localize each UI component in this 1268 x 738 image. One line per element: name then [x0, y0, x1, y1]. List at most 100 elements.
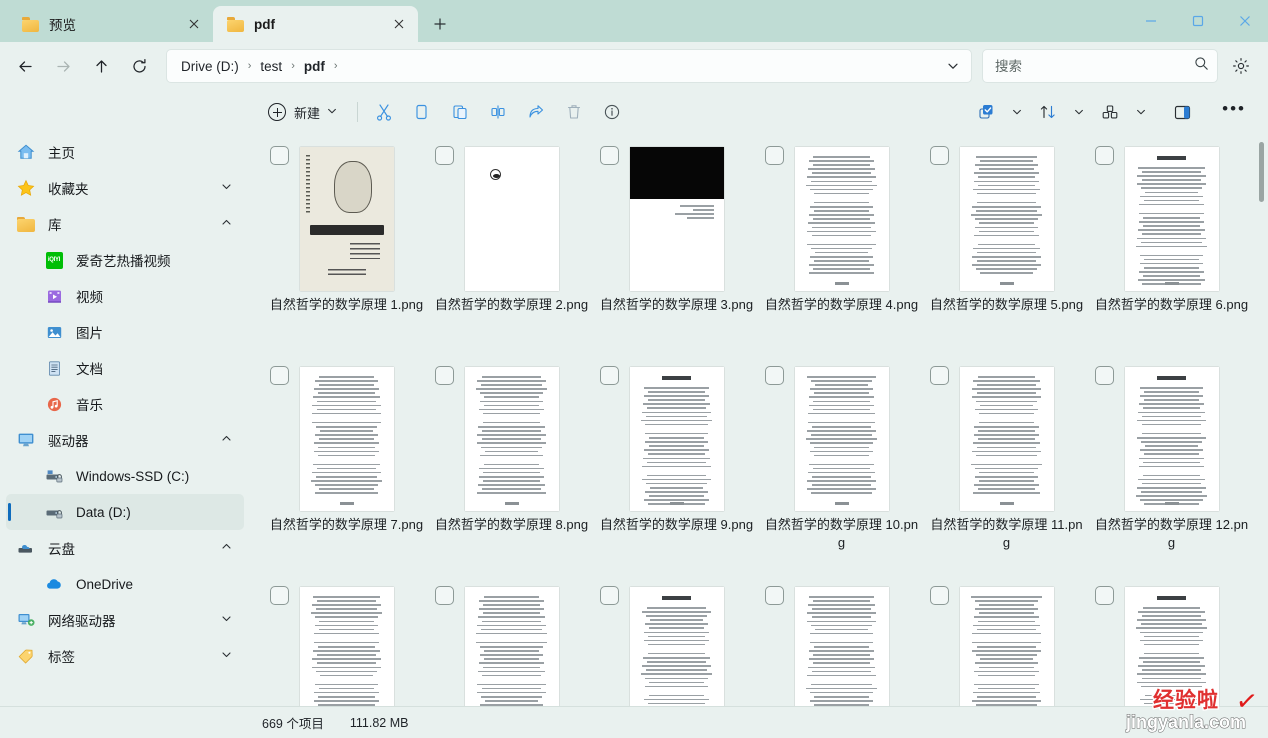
file-select-checkbox[interactable]: [930, 586, 949, 605]
close-button[interactable]: [1221, 0, 1268, 42]
properties-button[interactable]: [594, 96, 630, 128]
details-pane-button[interactable]: [1164, 96, 1200, 128]
paste-button[interactable]: [442, 96, 478, 128]
sidebar-item-cloud-drive[interactable]: 云盘: [6, 530, 244, 566]
file-select-checkbox[interactable]: [1095, 366, 1114, 385]
file-tile[interactable]: [759, 582, 924, 706]
search-box[interactable]: [982, 49, 1218, 83]
file-tile[interactable]: 自然哲学的数学原理 8.png: [429, 362, 594, 570]
maximize-button[interactable]: [1174, 0, 1221, 42]
file-select-checkbox[interactable]: [435, 586, 454, 605]
file-select-checkbox[interactable]: [930, 146, 949, 165]
sort-button[interactable]: [1030, 96, 1066, 128]
up-button[interactable]: [84, 49, 118, 83]
sidebar-item-favorites[interactable]: 收藏夹: [6, 170, 244, 206]
forward-button[interactable]: [46, 49, 80, 83]
file-select-checkbox[interactable]: [600, 366, 619, 385]
sidebar-item-home[interactable]: 主页: [6, 134, 244, 170]
tab-preview[interactable]: 预览: [8, 6, 213, 42]
file-select-checkbox[interactable]: [435, 146, 454, 165]
file-list-view[interactable]: 自然哲学的数学原理 1.png 自然哲学的数学原理 2.png 自然哲学的数学原理 …: [252, 134, 1268, 706]
select-all-caret[interactable]: [1006, 96, 1028, 128]
chevron-down-icon[interactable]: [939, 52, 967, 80]
file-select-checkbox[interactable]: [270, 366, 289, 385]
file-select-checkbox[interactable]: [1095, 146, 1114, 165]
file-tile[interactable]: [924, 582, 1089, 706]
sidebar-item-data-d[interactable]: Data (D:): [6, 494, 244, 530]
file-tile[interactable]: 自然哲学的数学原理 4.png: [759, 142, 924, 350]
breadcrumb-item-drive[interactable]: Drive (D:): [179, 57, 241, 76]
file-tile[interactable]: 自然哲学的数学原理 2.png: [429, 142, 594, 350]
file-tile[interactable]: 自然哲学的数学原理 6.png: [1089, 142, 1254, 350]
file-select-checkbox[interactable]: [600, 586, 619, 605]
chevron-up-icon[interactable]: [221, 433, 238, 447]
chevron-up-icon[interactable]: [221, 541, 238, 555]
sidebar-item-windows-ssd-c[interactable]: Windows-SSD (C:): [6, 458, 244, 494]
file-tile[interactable]: [429, 582, 594, 706]
file-tile[interactable]: 自然哲学的数学原理 5.png: [924, 142, 1089, 350]
sidebar-item-onedrive[interactable]: OneDrive: [6, 566, 244, 602]
sidebar-item-drives[interactable]: 驱动器: [6, 422, 244, 458]
tab-pdf[interactable]: pdf: [213, 6, 418, 42]
search-input[interactable]: [995, 58, 1194, 74]
file-select-checkbox[interactable]: [765, 366, 784, 385]
chevron-up-icon[interactable]: [221, 217, 238, 231]
file-thumbnail[interactable]: [1089, 362, 1254, 512]
file-thumbnail[interactable]: [264, 362, 429, 512]
file-thumbnail[interactable]: [264, 142, 429, 292]
new-tab-button[interactable]: [424, 9, 456, 39]
chevron-down-icon[interactable]: [327, 106, 337, 118]
sidebar-item-library[interactable]: 库: [6, 206, 244, 242]
file-thumbnail[interactable]: [594, 362, 759, 512]
file-select-checkbox[interactable]: [600, 146, 619, 165]
sidebar-item-pictures[interactable]: 图片: [6, 314, 244, 350]
sidebar-item-network-drive[interactable]: 网络驱动器: [6, 602, 244, 638]
file-select-checkbox[interactable]: [930, 366, 949, 385]
new-button[interactable]: 新建: [262, 96, 347, 128]
file-thumbnail[interactable]: [429, 362, 594, 512]
file-thumbnail[interactable]: [759, 362, 924, 512]
search-icon[interactable]: [1194, 56, 1209, 76]
chevron-down-icon[interactable]: [221, 181, 238, 195]
file-select-checkbox[interactable]: [270, 586, 289, 605]
file-select-checkbox[interactable]: [435, 366, 454, 385]
file-tile[interactable]: 自然哲学的数学原理 7.png: [264, 362, 429, 570]
share-button[interactable]: [518, 96, 554, 128]
breadcrumb-item-test[interactable]: test: [258, 57, 284, 76]
copy-button[interactable]: [404, 96, 440, 128]
view-caret[interactable]: [1130, 96, 1152, 128]
file-select-checkbox[interactable]: [1095, 586, 1114, 605]
cut-button[interactable]: [366, 96, 402, 128]
file-tile[interactable]: 自然哲学的数学原理 3.png: [594, 142, 759, 350]
sidebar-item-documents[interactable]: 文档: [6, 350, 244, 386]
chevron-down-icon[interactable]: [221, 649, 238, 663]
select-all-button[interactable]: [968, 96, 1004, 128]
file-thumbnail[interactable]: [594, 142, 759, 292]
file-tile[interactable]: 自然哲学的数学原理 11.png: [924, 362, 1089, 570]
breadcrumb-item-pdf[interactable]: pdf: [302, 57, 327, 76]
sidebar-item-tags[interactable]: 标签: [6, 638, 244, 674]
file-tile[interactable]: [1089, 582, 1254, 706]
tab-close-icon[interactable]: [181, 11, 207, 37]
file-select-checkbox[interactable]: [765, 146, 784, 165]
delete-button[interactable]: [556, 96, 592, 128]
rename-button[interactable]: [480, 96, 516, 128]
minimize-button[interactable]: [1127, 0, 1174, 42]
file-select-checkbox[interactable]: [765, 586, 784, 605]
file-tile[interactable]: 自然哲学的数学原理 9.png: [594, 362, 759, 570]
sidebar-item-music[interactable]: 音乐: [6, 386, 244, 422]
sidebar-item-videos[interactable]: 视频: [6, 278, 244, 314]
sidebar-item-iqiyi[interactable]: iQIYI 爱奇艺热播视频: [6, 242, 244, 278]
address-bar[interactable]: Drive (D:) › test › pdf ›: [166, 49, 972, 83]
refresh-button[interactable]: [122, 49, 156, 83]
file-tile[interactable]: [594, 582, 759, 706]
back-button[interactable]: [8, 49, 42, 83]
chevron-down-icon[interactable]: [221, 613, 238, 627]
file-select-checkbox[interactable]: [270, 146, 289, 165]
file-tile[interactable]: 自然哲学的数学原理 12.png: [1089, 362, 1254, 570]
tab-close-icon[interactable]: [386, 11, 412, 37]
file-thumbnail[interactable]: [759, 142, 924, 292]
view-button[interactable]: [1092, 96, 1128, 128]
file-thumbnail[interactable]: [924, 362, 1089, 512]
file-thumbnail[interactable]: [429, 142, 594, 292]
